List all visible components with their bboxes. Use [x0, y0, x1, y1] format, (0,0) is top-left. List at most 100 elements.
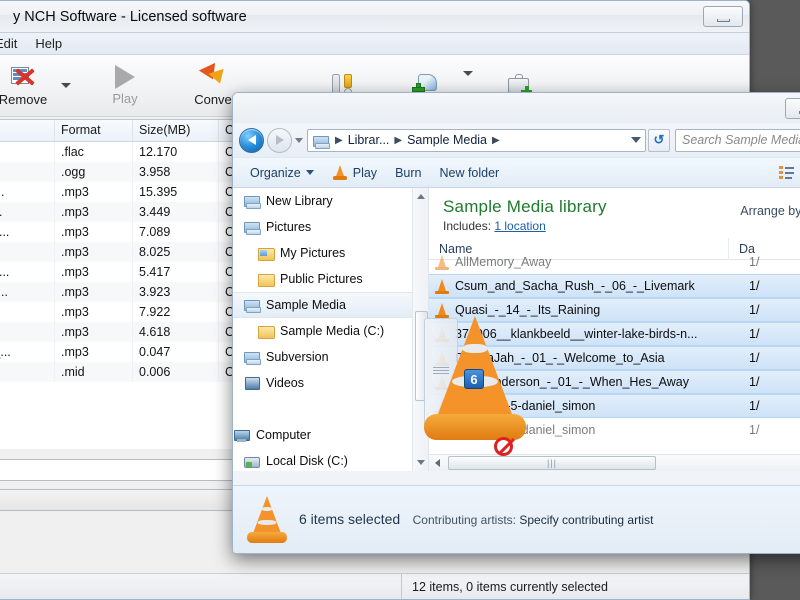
arrow-right-icon [275, 135, 284, 145]
search-input[interactable]: Search Sample Media [675, 128, 800, 152]
file-row[interactable]: sms-alert-5-daniel_simon 1/ [429, 418, 800, 442]
scroll-down-button[interactable] [413, 454, 428, 471]
scroll-left-button[interactable] [429, 455, 446, 471]
toolbar-button-play[interactable]: Play [89, 57, 161, 115]
breadcrumb-libraries[interactable]: Librar... [348, 133, 390, 147]
address-bar[interactable]: ▶ Librar... ▶ Sample Media ▶ [307, 128, 646, 152]
recent-locations-dropdown-icon[interactable] [295, 137, 303, 143]
cell-size: 3.958 [133, 162, 219, 182]
details-pane: 6 items selected Contributing artists: S… [233, 485, 800, 553]
file-row[interactable]: Finn_Anderson_-_01_-_When_Hes_Away 1/ [429, 370, 800, 394]
play-label: Play [352, 165, 378, 180]
cell-size: 7.089 [133, 222, 219, 242]
cell-convert [0, 362, 55, 382]
nch-window-title: y NCH Software - Licensed software [13, 8, 247, 25]
file-name: AllMemory_Away [455, 255, 552, 269]
organize-button[interactable]: Organize [241, 162, 323, 184]
tree-item-subversion[interactable]: Subversion [233, 344, 428, 370]
nch-minimize-button[interactable] [703, 6, 743, 27]
play-button[interactable]: Play [323, 162, 386, 184]
address-dropdown-icon[interactable] [631, 137, 641, 143]
cell-size: 15.395 [133, 182, 219, 202]
tree-item-sample-media[interactable]: Sample Media [233, 292, 428, 318]
contributing-artists: Contributing artists: Specify contributi… [413, 513, 654, 527]
file-date: 1/ [749, 351, 760, 365]
file-row[interactable]: AllMemory_Away 1/ [429, 250, 800, 274]
tree-item-pictures[interactable]: Pictures [233, 214, 428, 240]
column-header-format[interactable]: Format [55, 120, 133, 141]
tree-item-label: Pictures [266, 220, 312, 234]
file-name: Csum_and_Sacha_Rush_-_06_-_Livemark [455, 279, 695, 293]
breadcrumb-sample-media[interactable]: Sample Media [407, 133, 487, 147]
forward-button[interactable] [267, 127, 292, 153]
arrow-left-icon [247, 135, 256, 145]
cell-size: 0.006 [133, 362, 219, 382]
file-row[interactable]: DubRaJah_-_01_-_Welcome_to_Asia 1/ [429, 346, 800, 370]
tree-item-label: Computer [256, 428, 311, 442]
tree-item-my-pictures[interactable]: My Pictures [233, 240, 428, 266]
explorer-titlebar[interactable] [233, 93, 800, 123]
tree-item-computer[interactable]: Computer [233, 422, 428, 448]
file-list-horizontal-scrollbar[interactable]: ||| [429, 454, 800, 471]
cell-format: .flac [55, 142, 133, 162]
nch-titlebar[interactable]: y NCH Software - Licensed software [0, 1, 749, 33]
cell-format: .mp3 [55, 322, 133, 342]
remove-dropdown-arrow[interactable] [61, 83, 71, 88]
tree-item-label: Subversion [266, 350, 329, 364]
cell-format: .mp3 [55, 262, 133, 282]
file-name: 378006__klankbeeld__winter-lake-birds-n.… [455, 327, 698, 341]
cell-size: 4.618 [133, 322, 219, 342]
tree-item-local-disk-c[interactable]: Local Disk (C:) [233, 448, 428, 471]
contributing-artists-value[interactable]: Specify contributing artist [519, 513, 653, 527]
menu-item-help[interactable]: Help [35, 36, 62, 51]
cell-format: .mp3 [55, 342, 133, 362]
toolbar-button-remove[interactable]: Remove [0, 57, 59, 115]
new-folder-label: New folder [439, 165, 500, 180]
play-icon [115, 65, 135, 89]
refresh-button[interactable]: ↺ [648, 128, 670, 152]
file-row[interactable]: sms-alert-5-daniel_simon 1/ [429, 394, 800, 418]
change-view-icon[interactable] [779, 166, 794, 179]
toolbar-remove-label: Remove [0, 92, 48, 107]
details-text: 6 items selected Contributing artists: S… [299, 511, 653, 529]
cell-format: .mp3 [55, 242, 133, 262]
scroll-up-button[interactable] [413, 188, 428, 205]
cell-size: 3.923 [133, 282, 219, 302]
chevron-left-icon [435, 459, 440, 467]
cell-convert: Its_... [0, 302, 55, 322]
file-name: sms-alert-5-daniel_simon [455, 399, 596, 413]
file-row[interactable]: Csum_and_Sacha_Rush_-_06_-_Livemark 1/ [429, 274, 800, 298]
file-row[interactable]: Quasi_-_14_-_Its_Raining 1/ [429, 298, 800, 322]
cell-convert: cha_... [0, 182, 55, 202]
nch-status-text: 12 items, 0 items currently selected [401, 574, 608, 599]
explorer-minimize-button[interactable] [785, 97, 800, 119]
burn-label: Burn [395, 165, 422, 180]
breadcrumb-separator: ▶ [335, 134, 343, 146]
library-icon [243, 297, 261, 313]
back-button[interactable] [239, 127, 264, 153]
burn-button[interactable]: Burn [386, 162, 430, 184]
tree-item-videos[interactable]: Videos [233, 370, 428, 396]
cell-format: .mp3 [55, 302, 133, 322]
tree-item-sample-media-c[interactable]: Sample Media (C:) [233, 318, 428, 344]
library-includes-link[interactable]: 1 location [494, 219, 545, 233]
file-row[interactable]: 378006__klankbeeld__winter-lake-birds-n.… [429, 322, 800, 346]
explorer-command-bar: Organize Play Burn New folder [233, 157, 800, 188]
tree-item-public-pictures[interactable]: Public Pictures [233, 266, 428, 292]
cell-convert: Flaxe... [0, 282, 55, 302]
vlc-cone-icon [245, 495, 289, 545]
horizontal-scrollbar-thumb[interactable]: ||| [448, 456, 656, 470]
add-effect-dropdown-arrow[interactable] [463, 70, 473, 76]
chevron-down-icon [305, 170, 314, 175]
column-header-convert[interactable]: vert [0, 120, 55, 141]
library-includes-label: Includes: [443, 219, 492, 233]
selection-count: 6 items selected [299, 510, 401, 527]
toolbar-remove-group: Remove [0, 57, 71, 115]
tree-item-label: Public Pictures [280, 272, 363, 286]
column-header-size[interactable]: Size(MB) [133, 120, 219, 141]
new-folder-button[interactable]: New folder [430, 162, 508, 184]
library-includes: Includes: 1 location [443, 219, 800, 233]
library-icon [243, 219, 261, 235]
tree-item-new-library[interactable]: New Library [233, 188, 428, 214]
menu-item-edit[interactable]: Edit [0, 36, 17, 51]
